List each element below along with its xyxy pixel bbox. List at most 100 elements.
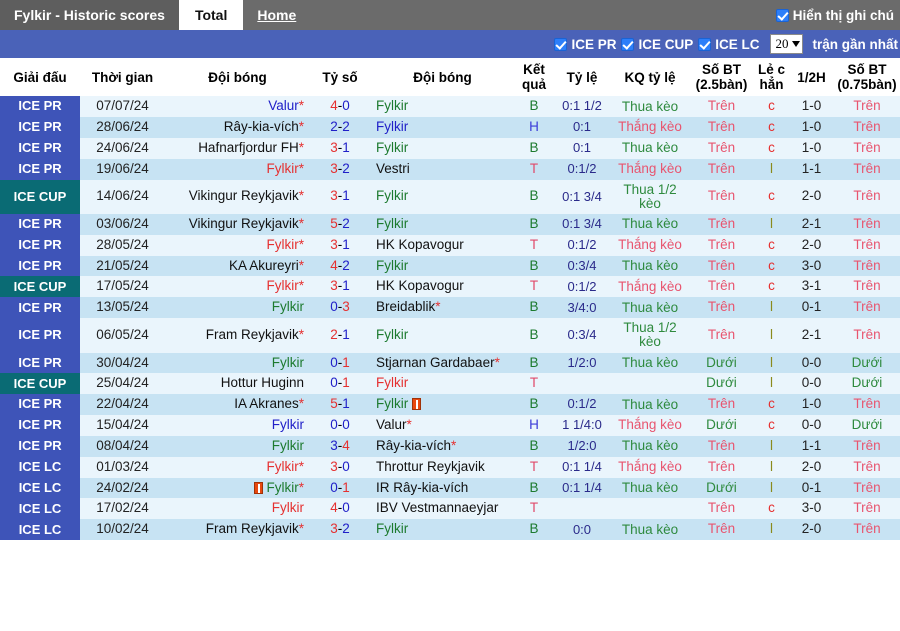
home-team[interactable]: Fylkir (165, 352, 310, 374)
over-under-075: Trên (834, 498, 900, 520)
handicap-result: Thua kèo (611, 255, 689, 277)
filter-ice-pr-checkbox[interactable] (554, 37, 568, 51)
table-row[interactable]: ICE PR 28/06/24 Rây-kia-vích* 2-2 Fylkir H 0:1… (0, 117, 900, 138)
table-row[interactable]: ICE PR 24/06/24 Hafnarfjordur FH* 3-1 Fylkir… (0, 137, 900, 159)
score-away: 0 (342, 458, 350, 474)
away-team[interactable]: HK Kopavogur (370, 234, 515, 256)
away-team[interactable]: Valur* (370, 415, 515, 436)
away-team[interactable]: Fylkir (370, 179, 515, 214)
away-team[interactable]: Vestri (370, 158, 515, 180)
home-team[interactable]: Fylkir (165, 297, 310, 319)
col-ou-075[interactable]: Số BT (0.75bàn) (834, 58, 900, 97)
away-team[interactable]: Fylkir (370, 318, 515, 353)
score-away: 2 (342, 119, 350, 135)
home-team[interactable]: Hottur Huginn (165, 373, 310, 395)
home-team[interactable]: Fylkir (165, 435, 310, 457)
filter-ice-lc-checkbox[interactable] (698, 37, 712, 51)
col-away-team[interactable]: Đội bóng (370, 58, 515, 97)
away-team[interactable]: Fylkir (370, 255, 515, 277)
home-team[interactable]: Fram Reykjavik* (165, 318, 310, 353)
league-badge: ICE PR (0, 96, 80, 118)
tab-total[interactable]: Total (178, 0, 244, 30)
table-row[interactable]: ICE LC 10/02/24 Fram Reykjavik* 3-2 Fylkir B 0… (0, 519, 900, 541)
col-odds-result[interactable]: KQ tỷ lệ (611, 58, 689, 97)
filter-ice-cup-checkbox[interactable] (621, 37, 635, 51)
away-team[interactable]: Fylkir (370, 394, 515, 416)
score-away: 1 (342, 278, 350, 294)
home-team[interactable]: Fylkir* (165, 276, 310, 298)
table-row[interactable]: ICE PR 30/04/24 Fylkir 0-1 Stjarnan Gardabae… (0, 352, 900, 374)
table-row[interactable]: ICE LC 17/02/24 Fylkir 4-0 IBV Vestmannaeyja… (0, 498, 900, 520)
table-row[interactable]: ICE PR 15/04/24 Fylkir 0-0 Valur* H 1 1/4:0 Thắ… (0, 415, 900, 436)
over-under-25: Trên (689, 234, 754, 256)
away-team[interactable]: IR Rây-kia-vích (370, 477, 515, 499)
home-team-name: Vikingur Reykjavik (188, 215, 299, 231)
col-odds[interactable]: Tỷ lệ (553, 58, 611, 97)
home-team[interactable]: Vikingur Reykjavik* (165, 179, 310, 214)
league-badge: ICE PR (0, 117, 80, 138)
home-team[interactable]: Fylkir* (165, 477, 310, 499)
away-team[interactable]: Fylkir (370, 519, 515, 541)
show-notes-checkbox[interactable] (775, 8, 789, 22)
home-team[interactable]: Fylkir (165, 498, 310, 520)
col-home-team[interactable]: Đội bóng (165, 58, 310, 97)
table-row[interactable]: ICE PR 07/07/24 Valur* 4-0 Fylkir B 0:1 1/2 Thu… (0, 96, 900, 118)
away-team[interactable]: Fylkir (370, 137, 515, 159)
col-time[interactable]: Thời gian (80, 58, 165, 97)
over-under-075: Dưới (834, 352, 900, 374)
col-half[interactable]: 1/2H (789, 58, 834, 97)
table-row[interactable]: ICE PR 19/06/24 Fylkir* 3-2 Vestri T 0:1/2 Thắn… (0, 158, 900, 180)
tab-home[interactable]: Home (243, 0, 310, 30)
filter-ice-cup-label: ICE CUP (638, 36, 694, 52)
match-count-select[interactable]: 20 (770, 34, 804, 54)
col-league[interactable]: Giải đấu (0, 58, 80, 97)
home-team[interactable]: Fylkir* (165, 158, 310, 180)
table-row[interactable]: ICE LC 01/03/24 Fylkir* 3-0 Throttur Reykjav… (0, 456, 900, 478)
home-team[interactable]: Fylkir* (165, 234, 310, 256)
table-row[interactable]: ICE CUP 14/06/24 Vikingur Reykjavik* 3-1 Fyl… (0, 179, 900, 214)
table-row[interactable]: ICE CUP 17/05/24 Fylkir* 3-1 HK Kopavogur T 0:… (0, 276, 900, 298)
away-team[interactable]: Throttur Reykjavik (370, 456, 515, 478)
filter-ice-pr[interactable]: ICE PR (554, 37, 616, 52)
table-row[interactable]: ICE PR 13/05/24 Fylkir 0-3 Breidablik* B 3/4:0… (0, 297, 900, 319)
away-team[interactable]: Fylkir (370, 213, 515, 235)
col-ou-25[interactable]: Số BT (2.5bàn) (689, 58, 754, 97)
home-team[interactable]: IA Akranes* (165, 394, 310, 416)
away-team[interactable]: Fylkir (370, 117, 515, 138)
score-away: 1 (342, 236, 350, 252)
away-team[interactable]: IBV Vestmannaeyjar (370, 498, 515, 520)
table-row[interactable]: ICE PR 08/04/24 Fylkir 3-4 Rây-kia-vích* B 1/2… (0, 435, 900, 457)
home-team[interactable]: Fram Reykjavik* (165, 519, 310, 541)
away-team[interactable]: Fylkir (370, 96, 515, 118)
home-team[interactable]: KA Akureyri* (165, 255, 310, 277)
home-team[interactable]: Hafnarfjordur FH* (165, 137, 310, 159)
table-row[interactable]: ICE PR 22/04/24 IA Akranes* 5-1 Fylkir B 0:1/… (0, 394, 900, 416)
table-row[interactable]: ICE CUP 25/04/24 Hottur Huginn 0-1 Fylkir T Dư… (0, 373, 900, 395)
table-row[interactable]: ICE LC 24/02/24 Fylkir* 0-1 IR Rây-kia-vích… (0, 477, 900, 499)
home-team[interactable]: Fylkir (165, 415, 310, 436)
table-row[interactable]: ICE PR 06/05/24 Fram Reykjavik* 2-1 Fylkir B 0… (0, 318, 900, 353)
table-row[interactable]: ICE PR 21/05/24 KA Akureyri* 4-2 Fylkir B 0:3/… (0, 255, 900, 277)
over-under-25: Dưới (689, 477, 754, 499)
away-team[interactable]: Stjarnan Gardabaer* (370, 352, 515, 374)
away-team[interactable]: Breidablik* (370, 297, 515, 319)
home-team[interactable]: Valur* (165, 96, 310, 118)
filter-ice-cup[interactable]: ICE CUP (621, 37, 693, 52)
home-team-name: Rây-kia-vích (223, 119, 299, 135)
league-badge: ICE PR (0, 415, 80, 436)
home-team[interactable]: Vikingur Reykjavik* (165, 213, 310, 235)
filter-bar: ICE PR ICE CUP ICE LC 20 trận gần nhất (0, 30, 900, 58)
col-odd-even[interactable]: Lẻ c hẳn (754, 58, 789, 97)
away-team[interactable]: Fylkir (370, 373, 515, 395)
filter-ice-lc[interactable]: ICE LC (698, 37, 759, 52)
col-score[interactable]: Tỷ số (310, 58, 370, 97)
col-result[interactable]: Kết quả (515, 58, 553, 97)
table-row[interactable]: ICE PR 28/05/24 Fylkir* 3-1 HK Kopavogur T 0:1… (0, 234, 900, 256)
table-row[interactable]: ICE PR 03/06/24 Vikingur Reykjavik* 5-2 Fylk… (0, 213, 900, 235)
away-team[interactable]: HK Kopavogur (370, 276, 515, 298)
away-team-name: Stjarnan Gardabaer (376, 354, 495, 370)
home-team[interactable]: Rây-kia-vích* (165, 117, 310, 138)
away-team[interactable]: Rây-kia-vích* (370, 435, 515, 457)
home-team[interactable]: Fylkir* (165, 456, 310, 478)
handicap-result: Thua kèo (611, 519, 689, 541)
